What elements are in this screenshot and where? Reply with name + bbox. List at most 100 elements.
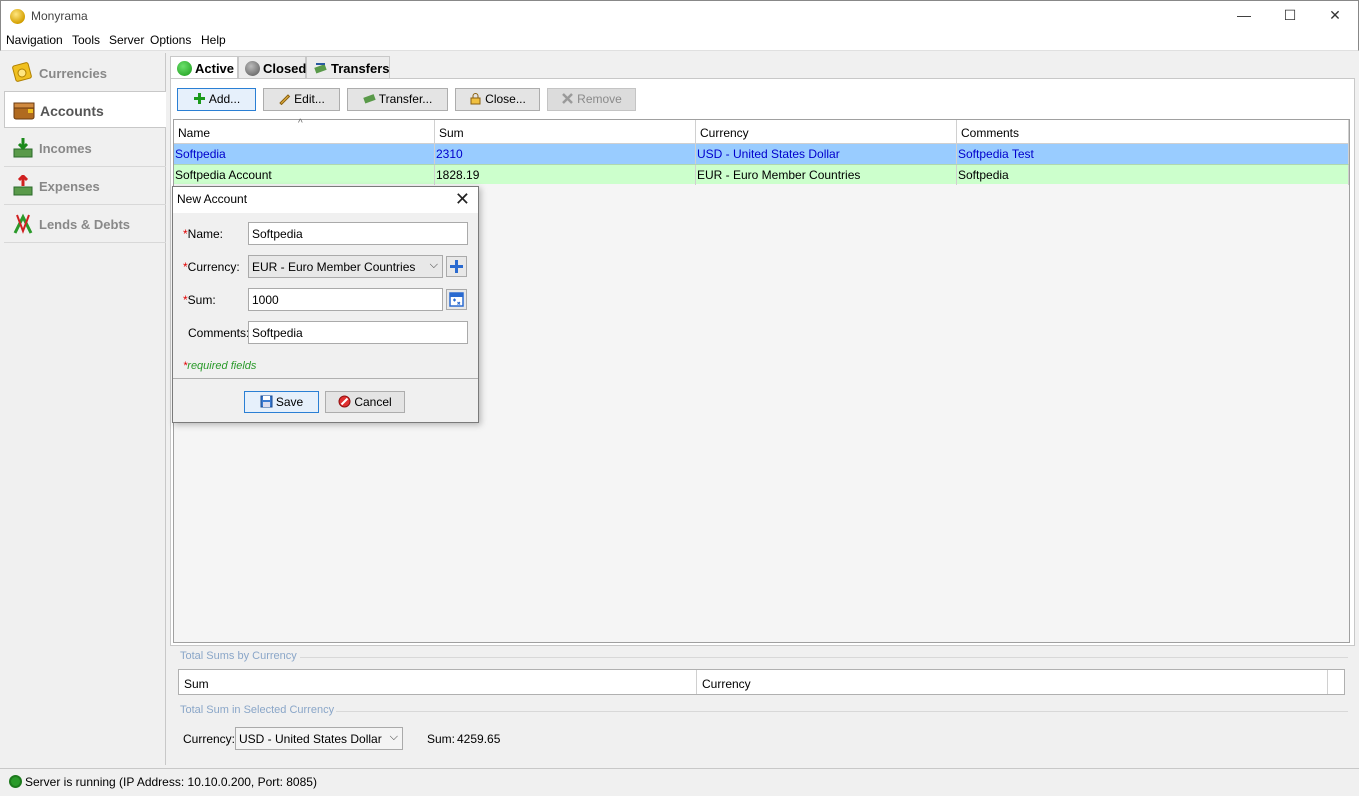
totals-by-currency-title: Total Sums by Currency [180, 650, 297, 662]
cell-currency: EUR - Euro Member Countries [696, 165, 957, 185]
required-fields-note: *required fields [183, 360, 256, 372]
tab-transfers[interactable]: Transfers [306, 56, 390, 78]
sidebar-item-lends-debts[interactable]: Lends & Debts [4, 206, 166, 243]
cancel-button[interactable]: Cancel [325, 391, 405, 413]
transfer-icon [314, 63, 327, 74]
minimize-button[interactable]: — [1221, 1, 1267, 31]
remove-button-label: Remove [577, 92, 622, 106]
app-icon [10, 9, 25, 24]
currency-label: *Currency: [183, 260, 240, 274]
currency-label-text: Currency: [187, 260, 240, 274]
cell-currency: USD - United States Dollar [696, 144, 957, 164]
chevron-down-icon: ⌵ [429, 259, 438, 271]
table-row[interactable]: Softpedia Account 1828.19 EUR - Euro Mem… [174, 164, 1349, 185]
closed-dot-icon [245, 61, 260, 76]
menu-server[interactable]: Server [109, 33, 144, 47]
comments-label: Comments: [188, 326, 250, 340]
sidebar-item-currencies[interactable]: Currencies [4, 55, 166, 92]
totals-panel: Total Sums by Currency Sum Currency Tota… [170, 648, 1355, 764]
dialog-title: New Account [177, 192, 248, 206]
column-header-currency[interactable]: Currency [696, 120, 957, 144]
edit-button-label: Edit... [294, 92, 325, 106]
column-header-sum[interactable]: Sum [435, 120, 696, 144]
dialog-separator [173, 378, 478, 379]
total-selected-title: Total Sum in Selected Currency [180, 704, 335, 716]
cancel-button-label: Cancel [354, 395, 392, 409]
title-bar: Monyrama — ☐ ✕ [0, 0, 1359, 30]
currency-select-value: EUR - Euro Member Countries [252, 260, 416, 274]
menu-tools[interactable]: Tools [72, 33, 100, 47]
column-header-comments[interactable]: Comments [957, 120, 1349, 144]
group-border [300, 657, 1348, 658]
sidebar-item-label: Incomes [39, 141, 92, 156]
chevron-down-icon: ⌵ [389, 731, 398, 743]
table-header: ^ Name Sum Currency Comments [174, 118, 1349, 144]
calculator-button[interactable] [446, 289, 467, 310]
sidebar: Currencies Accounts Incomes Expenses Len… [2, 53, 166, 765]
cell-sum: 1828.19 [435, 165, 696, 185]
tab-active[interactable]: Active [170, 56, 238, 79]
totals-column-currency[interactable]: Currency [697, 670, 1328, 694]
sum-label: *Sum: [183, 293, 216, 307]
sidebar-item-label: Accounts [40, 103, 104, 119]
transfer-button[interactable]: Transfer... [347, 88, 448, 111]
sidebar-item-expenses[interactable]: Expenses [4, 168, 166, 205]
remove-x-icon [562, 93, 574, 104]
plus-icon [450, 260, 463, 273]
total-sum-label: Sum: [427, 732, 456, 746]
cell-comments: Softpedia [957, 165, 1349, 185]
incomes-icon [13, 138, 33, 158]
totals-table: Sum Currency [178, 669, 1345, 695]
close-button-label: Close... [485, 92, 526, 106]
edit-button[interactable]: Edit... [263, 88, 340, 111]
sidebar-item-incomes[interactable]: Incomes [4, 130, 166, 167]
save-button[interactable]: Save [244, 391, 319, 413]
menu-options[interactable]: Options [150, 33, 191, 47]
plus-icon [193, 93, 205, 104]
cell-comments: Softpedia Test [957, 144, 1349, 164]
comments-field[interactable]: Softpedia [248, 321, 468, 344]
expenses-icon [13, 175, 33, 196]
accounts-icon [13, 102, 35, 120]
floppy-disk-icon [260, 395, 273, 408]
currency-select[interactable]: EUR - Euro Member Countries ⌵ [248, 255, 443, 278]
sum-field[interactable]: 1000 [248, 288, 443, 311]
add-button-label: Add... [208, 92, 241, 106]
close-account-button[interactable]: Close... [455, 88, 540, 111]
transfer-button-label: Transfer... [378, 92, 433, 106]
cancel-icon [338, 395, 351, 408]
sidebar-item-label: Currencies [39, 66, 107, 81]
menu-help[interactable]: Help [201, 33, 226, 47]
transfer-icon [362, 94, 376, 104]
totals-column-sum[interactable]: Sum [179, 670, 697, 694]
cell-sum: 2310 [435, 144, 696, 164]
tab-closed[interactable]: Closed [238, 56, 306, 78]
total-sum-value: 4259.65 [457, 732, 501, 746]
group-border [336, 711, 1348, 712]
sidebar-item-accounts[interactable]: Accounts [4, 91, 166, 128]
power-icon [9, 775, 22, 788]
name-field[interactable]: Softpedia [248, 222, 468, 245]
pencil-icon [279, 94, 291, 105]
menu-navigation[interactable]: Navigation [6, 33, 63, 47]
required-note-text: required fields [187, 360, 257, 372]
sidebar-item-label: Expenses [39, 179, 100, 194]
add-currency-button[interactable] [446, 256, 467, 277]
table-row[interactable]: Softpedia 2310 USD - United States Dolla… [174, 144, 1349, 164]
currencies-icon [12, 62, 32, 82]
lends-debts-icon [13, 213, 33, 234]
maximize-button[interactable]: ☐ [1267, 1, 1313, 31]
add-button[interactable]: Add... [177, 88, 256, 111]
tab-label: Active [195, 61, 235, 76]
dialog-close-button[interactable]: ✕ [455, 189, 470, 210]
window-title: Monyrama [31, 9, 88, 23]
dialog-title-bar: New Account ✕ [173, 187, 478, 213]
status-bar: Server is running (IP Address: 10.10.0.2… [0, 768, 1359, 796]
menu-bar: Navigation Tools Server Options Help [0, 30, 1359, 51]
close-window-button[interactable]: ✕ [1312, 1, 1358, 31]
remove-button[interactable]: Remove [547, 88, 636, 111]
total-currency-value: USD - United States Dollar [239, 732, 382, 746]
sort-ascending-icon: ^ [298, 118, 303, 129]
total-currency-select[interactable]: USD - United States Dollar ⌵ [235, 727, 403, 750]
column-header-name[interactable]: ^ Name [174, 118, 435, 144]
